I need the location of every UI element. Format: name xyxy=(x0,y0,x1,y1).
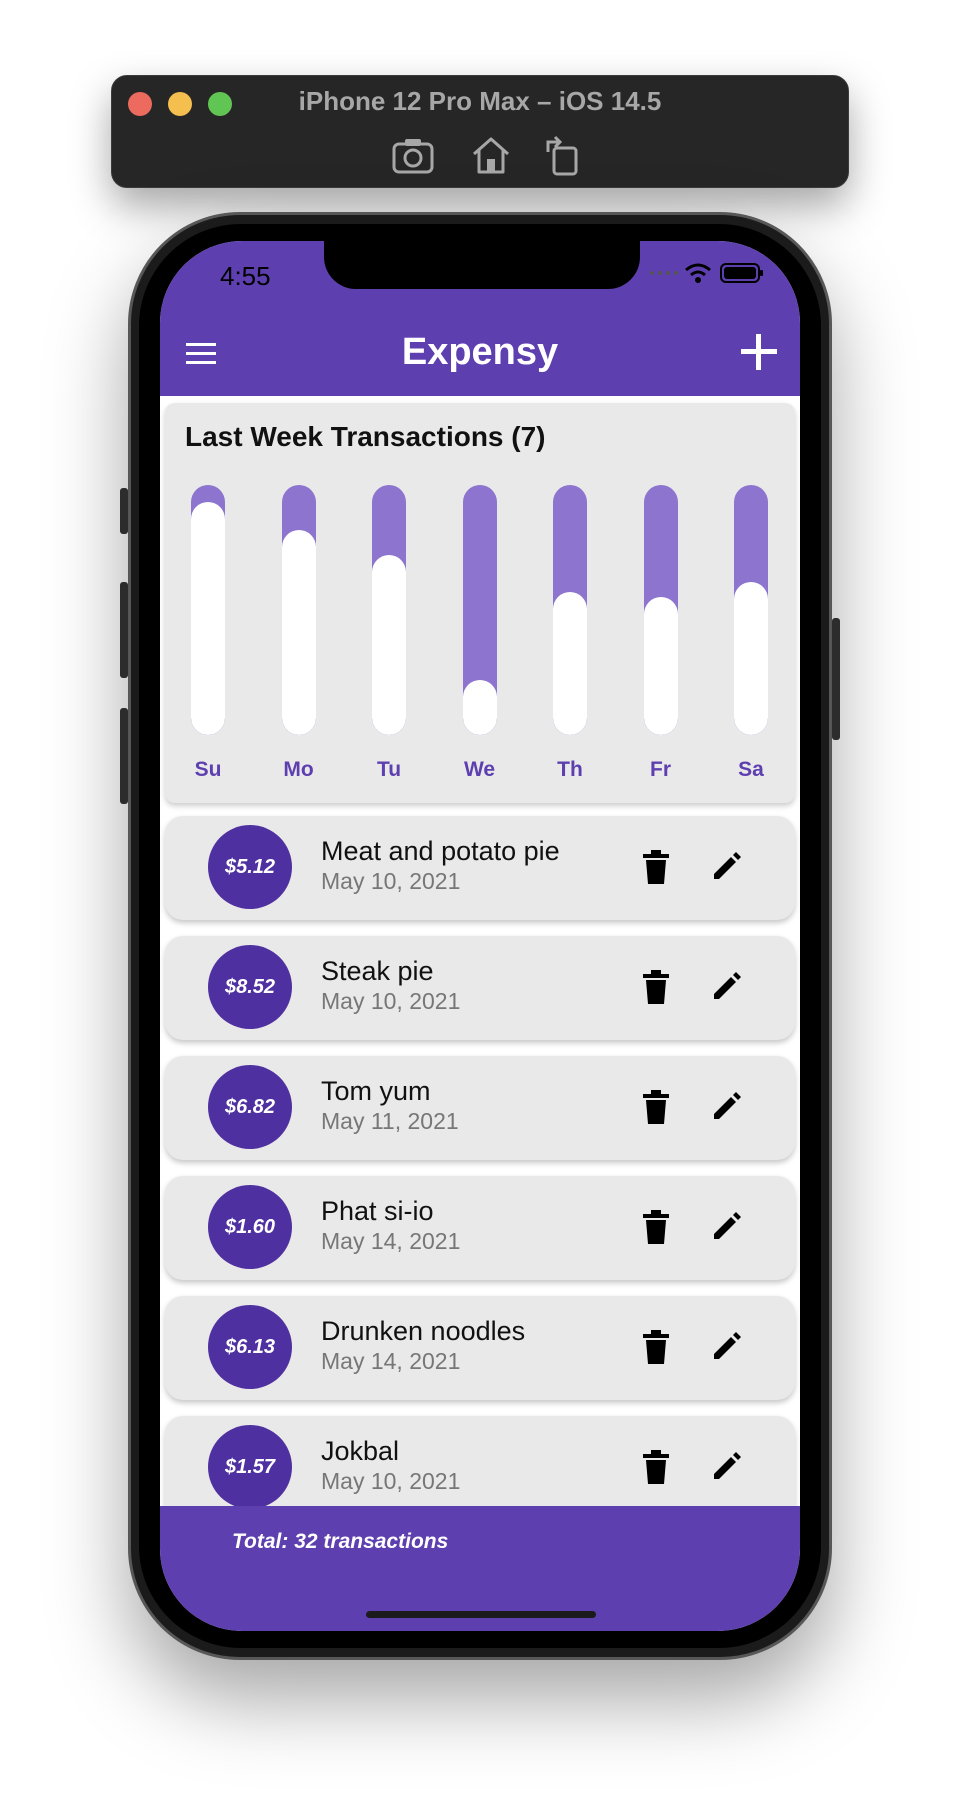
bar-track-sa xyxy=(734,485,768,735)
bar-track-we xyxy=(462,485,497,735)
bar-we xyxy=(462,680,497,735)
content-area: Last Week Transactions (7) Su Mo Tu We Th Fr S… xyxy=(160,396,800,1506)
amount-badge: $1.60 xyxy=(208,1185,292,1269)
day-label-fr: Fr xyxy=(650,758,671,781)
battery-icon xyxy=(720,263,763,283)
bar-track-th xyxy=(553,485,587,735)
transaction-date: May 10, 2021 xyxy=(321,988,461,1014)
transaction-date: May 10, 2021 xyxy=(321,1468,461,1494)
rotate-icon[interactable] xyxy=(540,132,586,178)
edit-icon[interactable] xyxy=(711,850,743,882)
edit-icon[interactable] xyxy=(711,1210,743,1242)
day-label-th: Th xyxy=(557,758,583,781)
amount-badge: $1.57 xyxy=(208,1425,292,1506)
edit-icon[interactable] xyxy=(711,1090,743,1122)
transaction-title: Phat si-io xyxy=(321,1196,434,1226)
phone-screen: Expensy 4:55 Last Week Transactions (7) … xyxy=(160,241,800,1631)
delete-icon[interactable] xyxy=(641,850,671,884)
transaction-card[interactable]: $5.12 Meat and potato pie May 10, 2021 xyxy=(165,816,795,920)
footer-total: Total: 32 transactions xyxy=(232,1530,449,1553)
delete-icon[interactable] xyxy=(641,1210,671,1244)
power-button xyxy=(832,618,840,740)
transaction-card[interactable]: $6.82 Tom yum May 11, 2021 xyxy=(165,1056,795,1160)
minimize-window-button[interactable] xyxy=(168,92,192,116)
signal-icon xyxy=(650,271,678,275)
mute-switch xyxy=(120,488,128,534)
transaction-card[interactable]: $6.13 Drunken noodles May 14, 2021 xyxy=(165,1296,795,1400)
notch xyxy=(324,241,640,289)
day-label-mo: Mo xyxy=(283,758,314,781)
bar-chart: Su Mo Tu We Th Fr Sa xyxy=(165,403,795,803)
bar-track-tu xyxy=(372,485,406,735)
footer-bar: Total: 32 transactions xyxy=(160,1506,800,1631)
edit-icon[interactable] xyxy=(711,1330,743,1362)
transaction-title: Jokbal xyxy=(321,1436,400,1466)
transaction-date: May 14, 2021 xyxy=(321,1228,461,1254)
simulator-title: iPhone 12 Pro Max – iOS 14.5 xyxy=(298,86,662,116)
app-title: Expensy xyxy=(401,331,559,373)
bar-track-mo xyxy=(281,485,316,735)
day-label-sa: Sa xyxy=(738,758,764,781)
transaction-date: May 11, 2021 xyxy=(321,1108,459,1134)
transaction-title: Meat and potato pie xyxy=(321,836,560,866)
bar-track-fr xyxy=(643,485,678,735)
edit-icon[interactable] xyxy=(711,1450,743,1482)
screenshot-icon[interactable] xyxy=(390,132,436,178)
amount-badge: $6.13 xyxy=(208,1305,292,1389)
day-label-tu: Tu xyxy=(376,758,402,781)
amount-badge: $8.52 xyxy=(208,945,292,1029)
bar-su xyxy=(191,502,225,735)
home-icon[interactable] xyxy=(468,132,514,178)
close-window-button[interactable] xyxy=(128,92,152,116)
home-indicator[interactable] xyxy=(366,1611,596,1618)
bar-tu xyxy=(372,555,406,735)
transaction-title: Drunken noodles xyxy=(321,1316,526,1346)
bar-sa xyxy=(734,582,768,735)
amount-badge: $6.82 xyxy=(208,1065,292,1149)
transaction-card[interactable]: $1.60 Phat si-io May 14, 2021 xyxy=(165,1176,795,1280)
wifi-icon xyxy=(685,263,711,283)
transaction-date: May 14, 2021 xyxy=(321,1348,461,1374)
delete-icon[interactable] xyxy=(641,970,671,1004)
transaction-title: Steak pie xyxy=(321,956,434,986)
bar-mo xyxy=(281,530,316,735)
day-label-we: We xyxy=(463,758,496,781)
edit-icon[interactable] xyxy=(711,970,743,1002)
bar-th xyxy=(553,592,587,735)
day-label-su: Su xyxy=(194,758,222,781)
delete-icon[interactable] xyxy=(641,1330,671,1364)
volume-down-button xyxy=(120,708,128,804)
transaction-card[interactable]: $8.52 Steak pie May 10, 2021 xyxy=(165,936,795,1040)
delete-icon[interactable] xyxy=(641,1450,671,1484)
weekly-chart-card: Last Week Transactions (7) Su Mo Tu We Th Fr S… xyxy=(165,403,795,803)
amount-badge: $5.12 xyxy=(208,825,292,909)
bar-fr xyxy=(643,597,678,735)
status-time: 4:55 xyxy=(220,261,271,291)
bar-track-su xyxy=(191,485,225,735)
transaction-title: Tom yum xyxy=(321,1076,431,1106)
transaction-date: May 10, 2021 xyxy=(321,868,461,894)
transaction-card[interactable]: $1.57 Jokbal May 10, 2021 xyxy=(165,1416,795,1506)
delete-icon[interactable] xyxy=(641,1090,671,1124)
add-icon[interactable] xyxy=(740,333,778,371)
volume-up-button xyxy=(120,582,128,678)
